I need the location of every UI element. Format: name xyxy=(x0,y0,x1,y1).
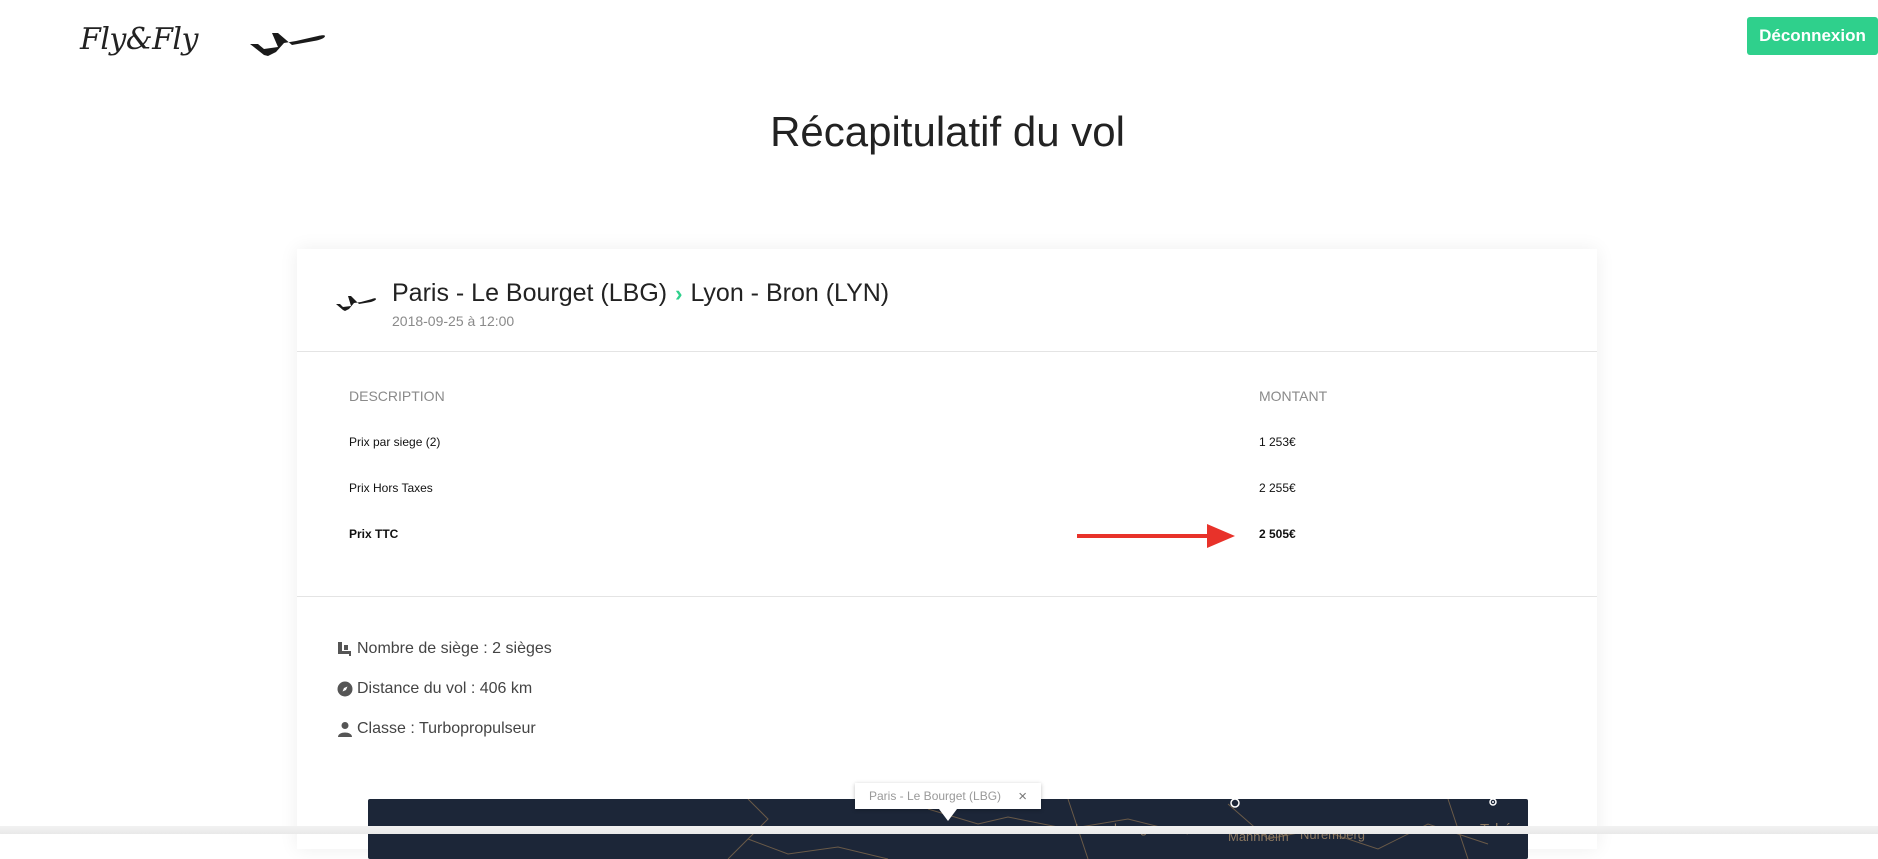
arrival-airport: Lyon - Bron (LYN) xyxy=(690,279,890,307)
class-text: Classe : Turbopropulseur xyxy=(357,720,536,737)
airplane-icon xyxy=(336,296,376,311)
flight-header: Paris - Le Bourget (LBG) › Lyon - Bron (… xyxy=(297,249,1597,352)
bottom-shadow xyxy=(0,826,1878,834)
airplane-logo-icon xyxy=(250,33,325,56)
seats-text: Nombre de siège : 2 sièges xyxy=(357,640,552,657)
flight-summary-card: Paris - Le Bourget (LBG) › Lyon - Bron (… xyxy=(297,249,1597,859)
close-icon[interactable]: × xyxy=(1018,788,1027,805)
row-description: Prix Hors Taxes xyxy=(349,481,433,495)
row-amount: 2 255€ xyxy=(1259,481,1296,495)
class-info: Classe : Turbopropulseur xyxy=(337,720,536,738)
map-popup: Paris - Le Bourget (LBG) × xyxy=(855,783,1041,809)
column-header-amount: MONTANT xyxy=(1259,388,1328,404)
column-header-description: DESCRIPTION xyxy=(349,388,445,404)
distance-info: Distance du vol : 406 km xyxy=(337,680,532,698)
distance-text: Distance du vol : 406 km xyxy=(357,680,533,697)
table-row: Prix Hors Taxes 2 255€ xyxy=(297,481,1597,501)
map-popup-label: Paris - Le Bourget (LBG) xyxy=(869,789,1002,803)
page-title: Récapitulatif du vol xyxy=(770,108,1125,155)
table-row: Prix par siege (2) 1 253€ xyxy=(297,435,1597,455)
flight-datetime: 2018-09-25 à 12:00 xyxy=(392,313,515,329)
row-amount: 2 505€ xyxy=(1259,527,1296,541)
user-icon xyxy=(338,722,352,737)
seats-info: Nombre de siège : 2 sièges xyxy=(337,640,552,658)
flight-route: Paris - Le Bourget (LBG) › Lyon - Bron (… xyxy=(392,279,889,308)
chevron-right-icon: › xyxy=(675,280,683,306)
arrow-right-icon xyxy=(1077,524,1235,548)
map-popup-tip xyxy=(939,809,957,821)
logo[interactable]: Fly&Fly xyxy=(80,22,198,57)
seat-icon xyxy=(338,642,351,656)
pricing-table: DESCRIPTION MONTANT Prix par siege (2) 1… xyxy=(297,352,1597,597)
table-row-total: Prix TTC 2 505€ xyxy=(297,524,1597,548)
departure-airport: Paris - Le Bourget (LBG) xyxy=(392,279,668,307)
logout-button[interactable]: Déconnexion xyxy=(1747,17,1878,55)
compass-icon xyxy=(337,681,353,697)
row-description: Prix TTC xyxy=(349,527,399,541)
row-description: Prix par siege (2) xyxy=(349,435,441,449)
row-amount: 1 253€ xyxy=(1259,435,1296,449)
